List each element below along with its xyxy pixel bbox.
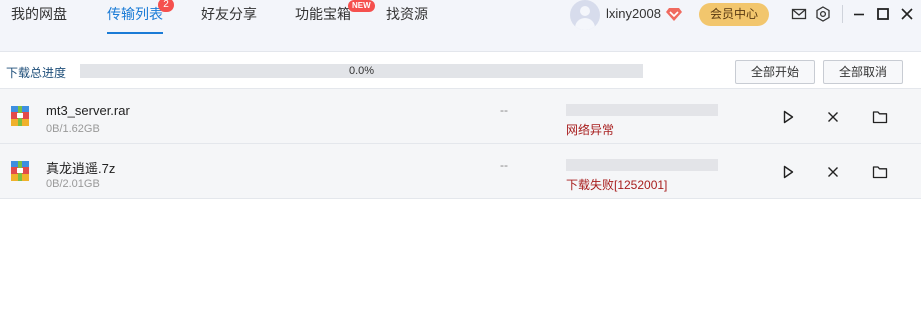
total-progress-label: 下载总进度 <box>6 66 67 80</box>
transfer-count-badge: 2 <box>158 0 174 12</box>
tab-label: 功能宝箱 <box>295 6 351 22</box>
status-text: 网络异常 <box>566 123 615 137</box>
tab-transfer-list[interactable]: 传输列表 2 <box>107 0 174 36</box>
folder-icon[interactable] <box>872 164 888 180</box>
file-progress-bar <box>566 159 718 171</box>
start-all-button[interactable]: 全部开始 <box>735 60 815 84</box>
file-size: 0B/1.62GB <box>46 123 100 135</box>
vip-gem-icon <box>666 8 682 21</box>
top-nav-bar: 我的网盘 传输列表 2 好友分享 功能宝箱 NEW 找资源 lxiny2008 … <box>0 0 921 52</box>
new-badge: NEW <box>348 0 375 12</box>
close-icon[interactable] <box>899 6 915 22</box>
maximize-icon[interactable] <box>875 6 891 22</box>
mail-icon[interactable] <box>791 6 807 22</box>
tab-my-disk[interactable]: 我的网盘 <box>11 0 67 36</box>
minimize-icon[interactable] <box>851 6 867 22</box>
file-name: mt3_server.rar <box>46 103 130 118</box>
file-progress-bar <box>566 104 718 116</box>
cancel-icon[interactable] <box>825 109 841 125</box>
download-row[interactable]: 真龙逍遥.7z 0B/2.01GB -- 下载失败[1252001] <box>0 143 921 199</box>
user-avatar-icon[interactable] <box>570 0 600 30</box>
tab-friend-share[interactable]: 好友分享 <box>201 0 257 36</box>
folder-icon[interactable] <box>872 109 888 125</box>
tab-label: 我的网盘 <box>11 6 67 22</box>
vip-center-button[interactable]: 会员中心 <box>699 3 769 26</box>
play-icon[interactable] <box>780 109 796 125</box>
active-tab-underline <box>107 32 163 34</box>
archive-file-icon <box>11 161 29 181</box>
settings-icon[interactable] <box>815 6 831 22</box>
download-speed: -- <box>500 103 508 117</box>
total-progress-percent: 0.0% <box>348 65 375 77</box>
username[interactable]: lxiny2008 <box>606 6 661 21</box>
tab-label: 找资源 <box>386 6 428 22</box>
file-name: 真龙逍遥.7z <box>46 161 116 176</box>
cancel-all-button[interactable]: 全部取消 <box>823 60 903 84</box>
tab-label: 传输列表 <box>107 6 163 22</box>
cancel-icon[interactable] <box>825 164 841 180</box>
play-icon[interactable] <box>780 164 796 180</box>
tab-find-resources[interactable]: 找资源 <box>386 0 428 36</box>
archive-file-icon <box>11 106 29 126</box>
tab-label: 好友分享 <box>201 6 257 22</box>
status-text: 下载失败[1252001] <box>566 178 668 192</box>
tab-toolbox[interactable]: 功能宝箱 NEW <box>295 0 375 36</box>
download-speed: -- <box>500 158 508 172</box>
file-size: 0B/2.01GB <box>46 178 100 190</box>
download-row[interactable]: mt3_server.rar 0B/1.62GB -- 网络异常 <box>0 88 921 144</box>
toolbar-divider <box>842 5 843 23</box>
